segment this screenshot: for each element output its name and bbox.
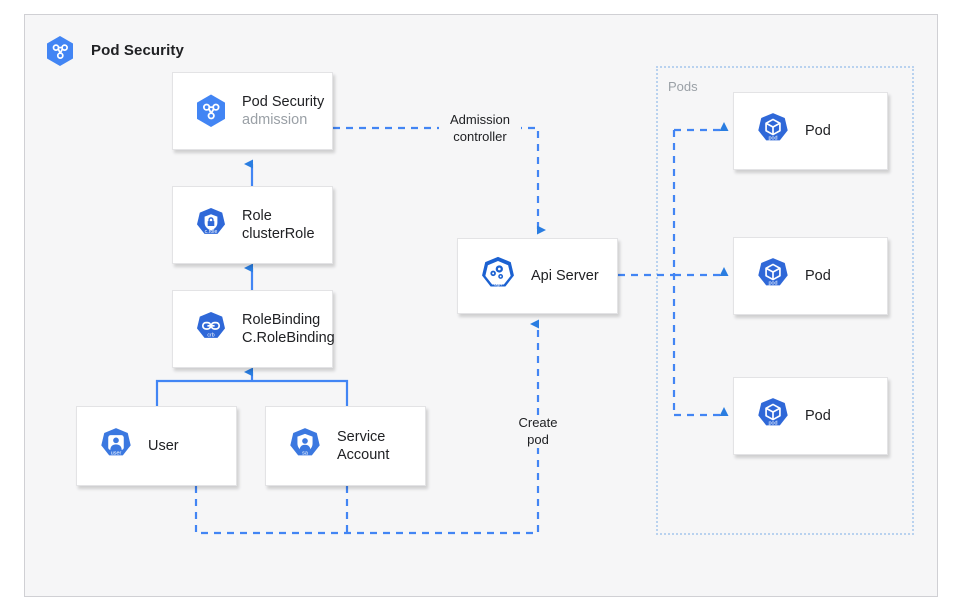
pods-group-label: Pods bbox=[668, 79, 698, 94]
node-user[interactable]: user User bbox=[76, 406, 237, 486]
icon-badge-text: pod bbox=[768, 135, 777, 141]
node-label-group: User bbox=[148, 437, 179, 455]
edge-label-admission-controller: Admission controller bbox=[439, 112, 521, 146]
node-subtitle: C.RoleBinding bbox=[242, 330, 335, 346]
node-title: Pod bbox=[805, 267, 831, 284]
node-subtitle: admission bbox=[242, 112, 308, 128]
api-server-gears-icon: api bbox=[482, 256, 514, 287]
node-title: Role bbox=[242, 207, 272, 224]
node-subtitle: clusterRole bbox=[242, 226, 315, 242]
node-role-clusterrole[interactable]: c.role Role clusterRole bbox=[172, 186, 333, 264]
node-label-group: Role clusterRole bbox=[242, 207, 315, 244]
node-pod-2[interactable]: pod Pod bbox=[733, 237, 888, 315]
icon-badge-text: sa bbox=[302, 451, 309, 457]
icon-badge-text: pod bbox=[768, 420, 777, 426]
role-lock-icon: c.role bbox=[197, 208, 225, 235]
user-icon: user bbox=[101, 428, 131, 456]
service-account-shield-icon: sa bbox=[290, 428, 320, 457]
pod-security-hexagon-icon bbox=[197, 94, 225, 127]
icon-badge-text: c.role bbox=[205, 229, 218, 235]
diagram-canvas: Pod Security Pods Admission controller C… bbox=[0, 0, 962, 612]
node-label-group: RoleBinding C.RoleBinding bbox=[242, 311, 335, 348]
pod-security-hexagon-icon bbox=[47, 36, 73, 66]
icon-badge-text: api bbox=[494, 281, 502, 287]
node-label-group: Pod bbox=[805, 267, 831, 285]
node-rolebinding[interactable]: crb RoleBinding C.RoleBinding bbox=[172, 290, 335, 368]
node-label-group: Api Server bbox=[531, 267, 599, 285]
icon-badge-text: crb bbox=[207, 333, 214, 339]
page-title: Pod Security bbox=[91, 42, 184, 59]
node-pod-3[interactable]: pod Pod bbox=[733, 377, 888, 455]
node-label-group: Pod bbox=[805, 122, 831, 140]
node-label-group: Service Account bbox=[337, 428, 389, 465]
node-title: Service bbox=[337, 428, 386, 445]
icon-badge-text: pod bbox=[768, 280, 777, 286]
node-api-server[interactable]: api Api Server bbox=[457, 238, 618, 314]
pod-cube-icon: pod bbox=[758, 398, 788, 426]
node-title: Pod Security bbox=[242, 93, 325, 110]
node-service-account[interactable]: sa Service Account bbox=[265, 406, 426, 486]
node-pod-security-admission[interactable]: Pod Security admission bbox=[172, 72, 333, 150]
node-title: User bbox=[148, 437, 179, 454]
pod-cube-icon: pod bbox=[758, 258, 788, 286]
pod-cube-icon: pod bbox=[758, 113, 788, 141]
node-title: Api Server bbox=[531, 267, 599, 284]
node-title: Pod bbox=[805, 407, 831, 424]
edge-label-create-pod: Create pod bbox=[500, 415, 576, 449]
node-label-group: Pod bbox=[805, 407, 831, 425]
rolebinding-link-icon: crb bbox=[197, 312, 225, 339]
node-pod-1[interactable]: pod Pod bbox=[733, 92, 888, 170]
node-title: Pod bbox=[805, 122, 831, 139]
node-subtitle: Account bbox=[337, 447, 390, 463]
node-label-group: Pod Security admission bbox=[242, 93, 324, 130]
icon-badge-text: user bbox=[111, 450, 122, 456]
node-title: RoleBinding bbox=[242, 311, 321, 328]
